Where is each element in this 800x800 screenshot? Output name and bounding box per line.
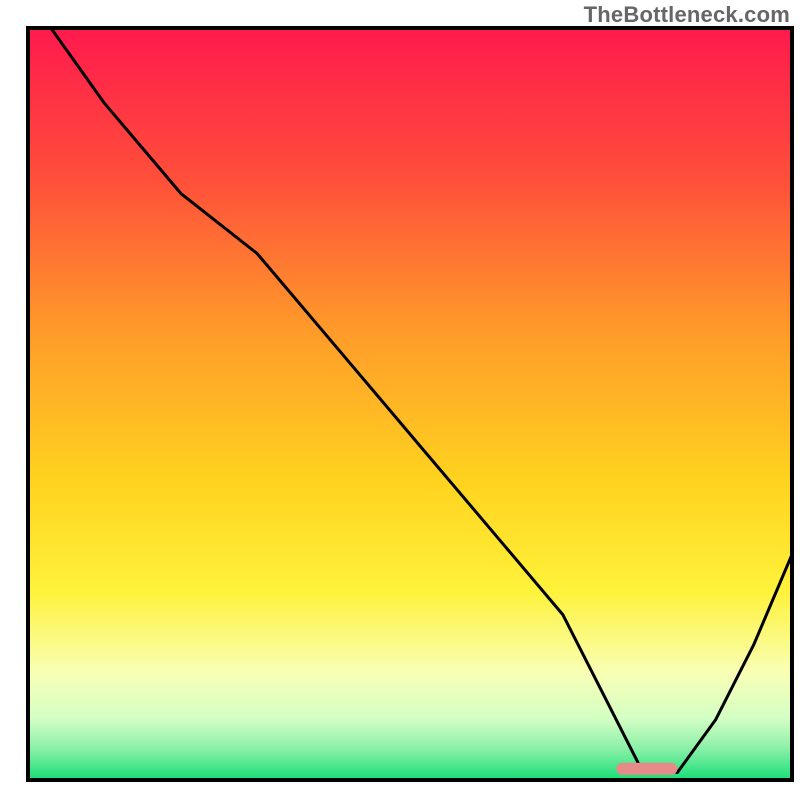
trough-marker: [616, 763, 677, 775]
bottleneck-plot: [0, 0, 800, 800]
chart-canvas: TheBottleneck.com: [0, 0, 800, 800]
plot-background: [30, 30, 790, 778]
attribution-label: TheBottleneck.com: [584, 2, 790, 28]
